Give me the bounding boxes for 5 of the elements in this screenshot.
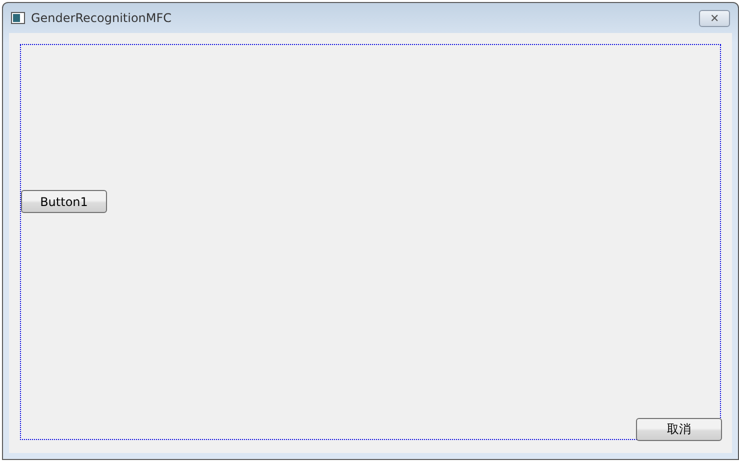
cancel-button[interactable]: 取消 <box>636 418 722 441</box>
app-icon <box>11 12 25 24</box>
action-button[interactable]: Button1 <box>21 190 107 213</box>
window-title: GenderRecognitionMFC <box>31 11 173 25</box>
close-button[interactable]: ✕ <box>699 10 730 26</box>
